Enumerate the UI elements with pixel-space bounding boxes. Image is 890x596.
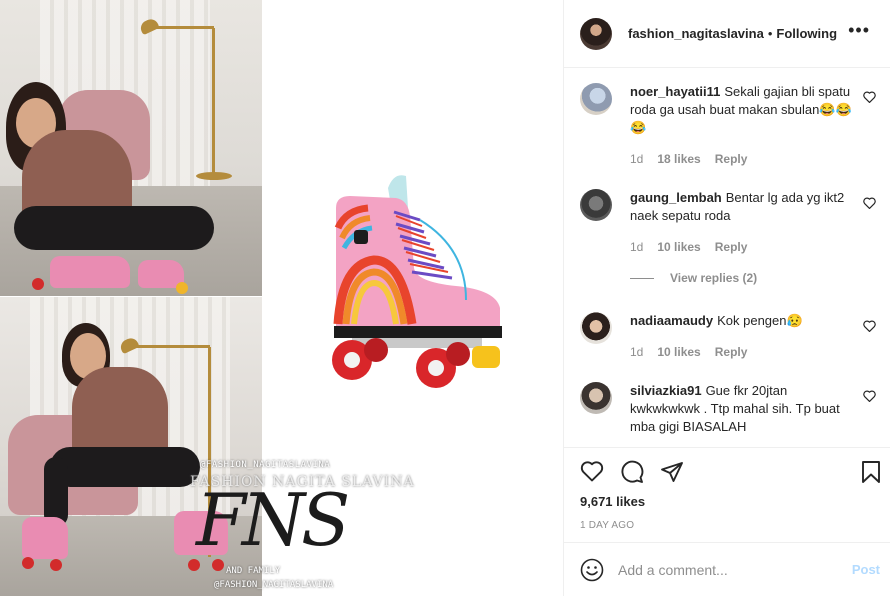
- more-options-icon[interactable]: •••: [848, 20, 870, 41]
- comment-meta: 1d 18 likes Reply: [630, 152, 761, 166]
- comment-icon[interactable]: [620, 460, 644, 484]
- comment-meta: 1d 10 likes Reply: [630, 240, 761, 254]
- add-comment-bar: Post: [564, 542, 890, 596]
- likes-count[interactable]: 9,671 likes: [580, 494, 645, 509]
- watermark-sub: AND FAMILY: [226, 566, 281, 576]
- commenter-username[interactable]: gaung_lembah: [630, 190, 722, 205]
- comment-likes[interactable]: 10 likes: [657, 345, 700, 359]
- photo-top: [0, 0, 262, 296]
- emoji-icon[interactable]: [580, 558, 604, 582]
- commenter-avatar[interactable]: [580, 312, 612, 344]
- post-media[interactable]: @FASHION_NAGITASLAVINA FASHION NAGITA SL…: [0, 0, 563, 596]
- comment-item: nadiaamaudy Kok pengen😥 1d 10 likes Reply: [580, 312, 876, 362]
- heart-icon[interactable]: [580, 460, 604, 482]
- share-icon[interactable]: [660, 460, 684, 484]
- add-comment-input[interactable]: [618, 561, 838, 578]
- comment-item: silviazkia91 Gue fkr 20jtan kwkwkwkwk . T…: [580, 382, 876, 447]
- watermark-handle-bottom: @FASHION_NAGITASLAVINA: [214, 580, 334, 590]
- comment-text: Kok pengen😥: [717, 313, 803, 328]
- like-comment-icon[interactable]: [863, 320, 876, 332]
- commenter-avatar[interactable]: [580, 382, 612, 414]
- owner-username[interactable]: fashion_nagitaslavina: [628, 26, 764, 41]
- post-timestamp[interactable]: 1 day ago: [580, 520, 634, 531]
- comment-item: noer_hayatii11 Sekali gajian bli spatu ro…: [580, 83, 876, 173]
- reply-button[interactable]: Reply: [715, 240, 748, 254]
- comment-meta: 1d 10 likes Reply: [630, 345, 761, 359]
- commenter-avatar[interactable]: [580, 189, 612, 221]
- comment-age[interactable]: 1d: [630, 152, 643, 166]
- commenter-username[interactable]: noer_hayatii11: [630, 84, 720, 99]
- post-sidebar: fashion_nagitaslavina • Following ••• no…: [563, 0, 890, 596]
- post-actions: 9,671 likes 1 day ago: [564, 447, 890, 542]
- owner-avatar[interactable]: [580, 17, 612, 50]
- replies-divider-line: [630, 277, 654, 279]
- comment-age[interactable]: 1d: [630, 240, 643, 254]
- like-comment-icon[interactable]: [863, 197, 876, 209]
- watermark-logo: FNS: [196, 478, 350, 562]
- reply-button[interactable]: Reply: [715, 152, 748, 166]
- view-replies-label: View replies (2): [670, 271, 758, 285]
- roller-skate-image: [332, 175, 502, 388]
- comment-likes[interactable]: 18 likes: [657, 152, 700, 166]
- comments-list[interactable]: noer_hayatii11 Sekali gajian bli spatu ro…: [564, 69, 890, 447]
- view-replies-button[interactable]: View replies (2): [630, 271, 757, 285]
- separator-dot: •: [767, 26, 773, 41]
- like-comment-icon[interactable]: [863, 390, 876, 402]
- save-bookmark-icon[interactable]: [860, 460, 882, 484]
- post-comment-button[interactable]: Post: [852, 562, 880, 577]
- reply-button[interactable]: Reply: [715, 345, 748, 359]
- following-button[interactable]: Following: [776, 26, 837, 41]
- comment-age[interactable]: 1d: [630, 345, 643, 359]
- commenter-avatar[interactable]: [580, 83, 612, 115]
- commenter-username[interactable]: silviazkia91: [630, 383, 702, 398]
- post-header: fashion_nagitaslavina • Following •••: [564, 0, 890, 68]
- comment-likes[interactable]: 10 likes: [657, 240, 700, 254]
- like-comment-icon[interactable]: [863, 91, 876, 103]
- watermark-handle-top: @FASHION_NAGITASLAVINA: [200, 460, 331, 470]
- commenter-username[interactable]: nadiaamaudy: [630, 313, 713, 328]
- comment-item: gaung_lembah Bentar lg ada yg ikt2 naek s…: [580, 189, 876, 259]
